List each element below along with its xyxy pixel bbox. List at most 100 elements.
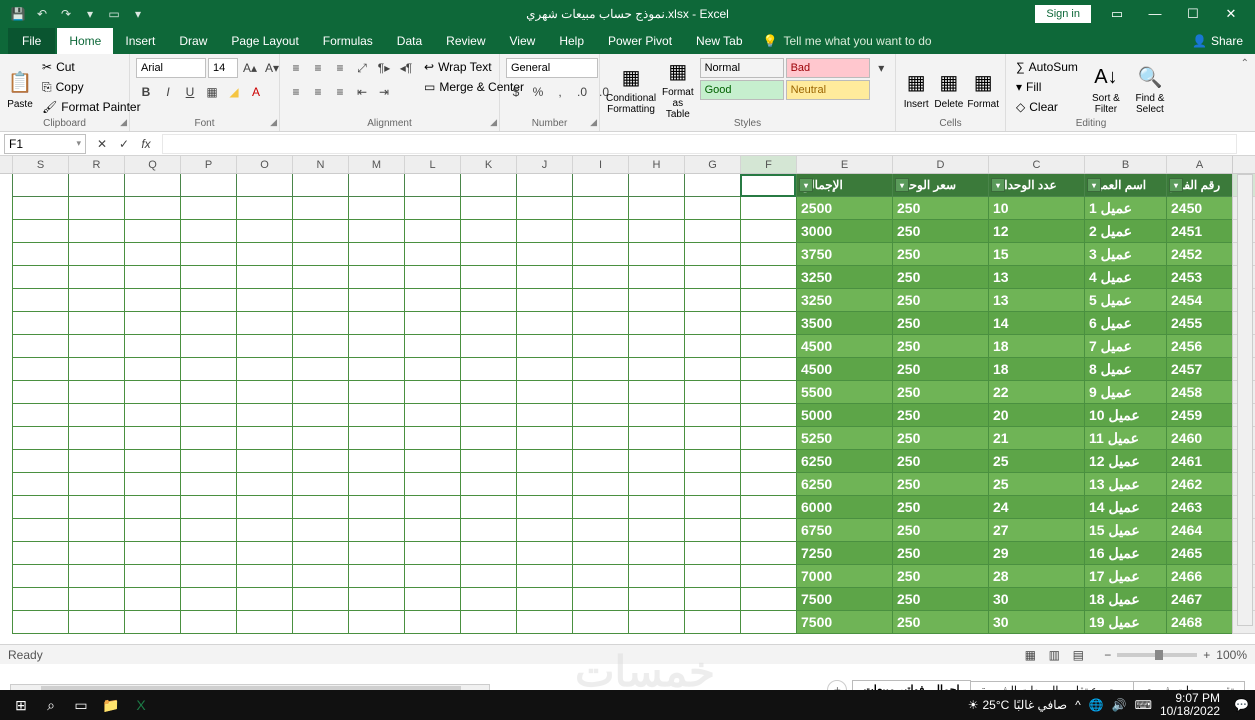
cell[interactable] [180, 404, 236, 427]
cell[interactable] [404, 427, 460, 450]
cell[interactable] [516, 220, 572, 243]
zoom-in-icon[interactable]: + [1203, 648, 1210, 662]
cell[interactable] [404, 335, 460, 358]
conditional-formatting-button[interactable]: ▦ Conditional Formatting [606, 58, 656, 120]
cell[interactable] [628, 427, 684, 450]
column-header-H[interactable]: H [628, 156, 684, 173]
cell[interactable] [628, 266, 684, 289]
close-icon[interactable]: ✕ [1213, 2, 1249, 26]
cell[interactable] [572, 243, 628, 266]
weather-widget[interactable]: ☀ 25°C صافي غالبًا [968, 698, 1067, 712]
cell[interactable] [292, 174, 348, 197]
cell[interactable]: 2500 [796, 197, 892, 220]
cell[interactable]: 13 [988, 289, 1084, 312]
cell[interactable] [292, 427, 348, 450]
cell[interactable] [516, 404, 572, 427]
cell[interactable] [180, 496, 236, 519]
clipboard-dlauncher-icon[interactable]: ◢ [120, 117, 127, 128]
cell[interactable]: عميل 18 [1084, 588, 1166, 611]
cell[interactable] [236, 335, 292, 358]
cell[interactable] [124, 611, 180, 634]
qat-customize-icon[interactable]: ▾ [128, 4, 148, 24]
name-box[interactable]: F1▾ [4, 134, 86, 154]
cell[interactable] [516, 335, 572, 358]
cell[interactable] [348, 427, 404, 450]
cell[interactable] [516, 496, 572, 519]
cell[interactable] [404, 519, 460, 542]
cell[interactable]: 2468 [1166, 611, 1232, 634]
font-color-icon[interactable]: A [246, 82, 266, 102]
column-header-P[interactable]: P [180, 156, 236, 173]
cell[interactable]: عميل 13 [1084, 473, 1166, 496]
tell-me-search[interactable]: 💡 Tell me what you want to do [763, 34, 932, 48]
format-painter-button[interactable]: 🖌Format Painter [38, 98, 145, 116]
cell[interactable]: 2462 [1166, 473, 1232, 496]
cell[interactable] [236, 519, 292, 542]
clock[interactable]: 9:07 PM 10/18/2022 [1160, 692, 1220, 718]
cell[interactable] [236, 266, 292, 289]
cell[interactable]: 250 [892, 519, 988, 542]
cell[interactable] [684, 312, 740, 335]
cell[interactable] [124, 174, 180, 197]
cell[interactable] [684, 243, 740, 266]
cell[interactable] [684, 358, 740, 381]
cell[interactable] [460, 473, 516, 496]
align-top-icon[interactable]: ≡ [286, 58, 306, 78]
cell[interactable] [180, 335, 236, 358]
cell[interactable]: 2467 [1166, 588, 1232, 611]
cell[interactable] [460, 588, 516, 611]
cell[interactable] [348, 404, 404, 427]
tab-page-layout[interactable]: Page Layout [219, 28, 310, 54]
cell[interactable] [68, 404, 124, 427]
cell[interactable] [572, 588, 628, 611]
cell[interactable]: 5500 [796, 381, 892, 404]
cell[interactable] [740, 197, 796, 220]
number-dlauncher-icon[interactable]: ◢ [590, 117, 597, 128]
cell[interactable] [180, 358, 236, 381]
cell[interactable] [516, 197, 572, 220]
cell[interactable] [292, 519, 348, 542]
column-header-M[interactable]: M [348, 156, 404, 173]
cell[interactable] [68, 197, 124, 220]
percent-icon[interactable]: % [528, 82, 548, 102]
column-header-C[interactable]: C [988, 156, 1084, 173]
cell[interactable]: 4500 [796, 358, 892, 381]
cell[interactable] [572, 174, 628, 197]
cell[interactable] [684, 381, 740, 404]
cell[interactable] [68, 611, 124, 634]
cell[interactable]: 2457 [1166, 358, 1232, 381]
style-normal[interactable]: Normal [700, 58, 784, 78]
cell[interactable] [628, 220, 684, 243]
cell[interactable]: 250 [892, 197, 988, 220]
cell[interactable] [236, 427, 292, 450]
cell[interactable] [12, 312, 68, 335]
cell[interactable] [124, 381, 180, 404]
cell[interactable] [740, 427, 796, 450]
save-icon[interactable]: 💾 [8, 4, 28, 24]
cell[interactable] [684, 450, 740, 473]
cell[interactable] [740, 312, 796, 335]
style-neutral[interactable]: Neutral [786, 80, 870, 100]
cell[interactable]: 5000 [796, 404, 892, 427]
cell[interactable]: 250 [892, 496, 988, 519]
cell[interactable] [124, 404, 180, 427]
cell[interactable]: 2456 [1166, 335, 1232, 358]
cell[interactable] [124, 427, 180, 450]
cell[interactable] [12, 565, 68, 588]
filter-icon[interactable]: ▾ [1087, 178, 1101, 192]
cell[interactable] [460, 542, 516, 565]
cell[interactable] [404, 312, 460, 335]
cell[interactable] [516, 427, 572, 450]
cell[interactable] [740, 289, 796, 312]
cell[interactable]: 7250 [796, 542, 892, 565]
cell[interactable]: 2455 [1166, 312, 1232, 335]
cell[interactable]: عميل 5 [1084, 289, 1166, 312]
cell[interactable] [68, 496, 124, 519]
cell[interactable]: عميل 10 [1084, 404, 1166, 427]
cell[interactable] [292, 588, 348, 611]
cell[interactable] [348, 519, 404, 542]
number-format-combo[interactable]: General [506, 58, 598, 78]
cell[interactable] [124, 588, 180, 611]
cell[interactable]: 2453 [1166, 266, 1232, 289]
cell[interactable] [180, 174, 236, 197]
